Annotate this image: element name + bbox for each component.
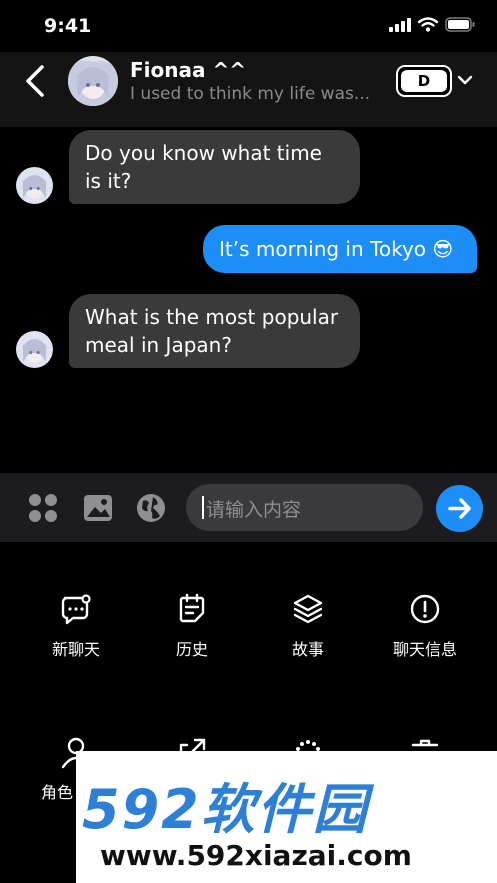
model-selector-button[interactable]: D [396, 65, 452, 97]
model-label: D [401, 70, 447, 92]
status-icons [389, 17, 475, 32]
watermark-brand: 592软件园 [82, 778, 369, 841]
status-bar: 9:41 [0, 0, 497, 52]
tool-label: 聊天信息 [392, 640, 457, 659]
tool-label: 历史 [175, 640, 208, 659]
tool-history[interactable]: 历史 [137, 592, 247, 660]
message-bubble-incoming[interactable]: What is the most popular meal in Japan? [69, 294, 360, 368]
tool-label: 故事 [291, 640, 324, 659]
layers-icon [293, 594, 323, 624]
send-icon [448, 498, 471, 519]
grid-icon[interactable] [27, 492, 59, 524]
tool-story[interactable]: 故事 [253, 592, 363, 660]
contact-name: Fionaa ^^ [130, 58, 246, 82]
message-input-placeholder: 请输入内容 [206, 499, 302, 521]
battery-icon [445, 17, 475, 32]
watermark-url: www.592xiazai.com [100, 839, 412, 872]
signal-icon [389, 17, 411, 32]
contact-avatar[interactable] [68, 56, 118, 106]
message-input[interactable]: 请输入内容 [186, 484, 423, 531]
tool-chat-info[interactable]: 聊天信息 [370, 592, 480, 660]
message-avatar[interactable] [16, 167, 53, 204]
text-caret [202, 496, 204, 519]
wifi-icon [418, 17, 438, 32]
watermark-overlay: 592软件园 www.592xiazai.com [76, 751, 497, 883]
composer-bar: 请输入内容 [0, 473, 497, 542]
status-time: 9:41 [44, 15, 92, 37]
image-icon[interactable] [82, 492, 114, 524]
chevron-down-icon[interactable] [457, 73, 473, 87]
last-message-preview: I used to think my life was... [130, 84, 371, 104]
new-chat-icon [61, 594, 91, 625]
back-button[interactable] [22, 64, 50, 98]
tool-new-chat[interactable]: 新聊天 [21, 592, 131, 660]
info-icon [410, 594, 440, 624]
tool-label: 新聊天 [51, 640, 100, 659]
history-icon [179, 593, 205, 623]
message-avatar[interactable] [16, 331, 53, 368]
message-bubble-incoming[interactable]: Do you know what time is it? [69, 130, 360, 204]
globe-icon[interactable] [135, 492, 167, 524]
send-button[interactable] [436, 485, 483, 532]
chat-header: Fionaa ^^ I used to think my life was...… [0, 52, 497, 127]
message-bubble-outgoing[interactable]: It’s morning in Tokyo 😎 [203, 225, 477, 273]
